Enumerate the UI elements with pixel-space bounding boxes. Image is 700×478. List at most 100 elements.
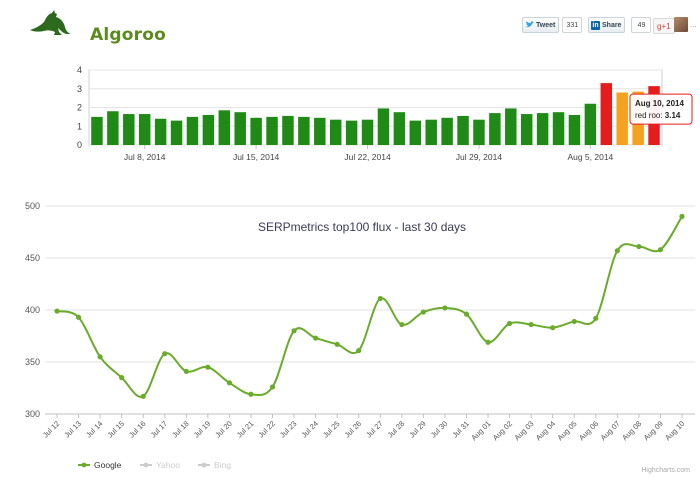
- line-x-tick-label: Jul 13: [62, 419, 83, 440]
- line-y-tick-label: 500: [25, 201, 40, 211]
- line-y-tick-label: 350: [25, 357, 40, 367]
- bar: [489, 113, 501, 145]
- google-data-point: [657, 247, 664, 253]
- line-x-tick-label: Aug 07: [599, 419, 622, 442]
- google-data-point: [119, 375, 125, 381]
- google-data-point: [54, 308, 60, 314]
- google-data-point: [593, 315, 599, 321]
- line-x-tick-label: Jul 22: [256, 419, 277, 440]
- bar-x-tick-label: Aug 5, 2014: [567, 152, 613, 162]
- legend-item-google: Google: [94, 460, 122, 470]
- line-x-tick-label: Aug 01: [469, 419, 492, 442]
- bar-y-tick-label: 4: [77, 65, 82, 75]
- bar-x-tick-label: Jul 29, 2014: [456, 152, 503, 162]
- google-data-point: [636, 243, 642, 250]
- google-data-point: [550, 325, 556, 331]
- linkedin-widget[interactable]: in Share 49: [588, 17, 652, 33]
- google-data-point: [313, 335, 319, 341]
- line-x-tick-label: Jul 25: [321, 419, 342, 440]
- google-data-point: [97, 354, 103, 360]
- algoroo-logo[interactable]: Algoroo: [26, 8, 166, 45]
- line-x-tick-label: Aug 08: [620, 419, 643, 442]
- tweet-label: Tweet: [536, 21, 556, 29]
- linkedin-share-label: Share: [602, 21, 622, 29]
- bar: [314, 117, 326, 145]
- google-data-point: [269, 384, 276, 390]
- line-x-tick-label: Aug 04: [534, 419, 557, 442]
- tooltip-value-line: red roo: 3.14: [635, 111, 681, 120]
- line-x-tick-label: Jul 19: [192, 419, 213, 440]
- tweet-widget[interactable]: Tweet 331: [522, 17, 583, 33]
- bar: [520, 114, 533, 145]
- bar-y-tick-label: 2: [77, 103, 82, 113]
- bar: [377, 108, 390, 145]
- line-x-tick-label: Jul 20: [213, 419, 234, 440]
- linkedin-share-button[interactable]: in Share: [588, 17, 626, 33]
- google-data-point: [463, 311, 470, 317]
- gplus-button[interactable]: g+1: [653, 18, 675, 34]
- brand-name: Algoroo: [90, 25, 166, 45]
- bar: [409, 120, 422, 145]
- google-data-point: [356, 347, 362, 354]
- bar: [425, 119, 437, 145]
- google-data-point: [248, 391, 254, 397]
- google-data-point: [226, 380, 233, 386]
- legend-swatch-marker: [81, 462, 87, 468]
- bar: [91, 116, 103, 145]
- line-x-tick-label: Jul 15: [106, 419, 127, 440]
- bar: [170, 120, 183, 145]
- twitter-bird-icon: [525, 21, 534, 28]
- line-y-tick-label: 400: [25, 305, 40, 315]
- line-x-tick-label: Jul 28: [386, 419, 407, 440]
- google-data-point: [399, 321, 405, 328]
- tweet-button[interactable]: Tweet: [522, 17, 560, 33]
- line-y-tick-label: 450: [25, 253, 40, 263]
- bar: [250, 117, 262, 145]
- line-y-tick-label: 300: [25, 409, 40, 419]
- bar: [329, 119, 342, 145]
- avatar[interactable]: [674, 17, 688, 32]
- bar: [552, 112, 565, 145]
- bar: [202, 115, 215, 145]
- bar-y-tick-label: 0: [77, 140, 82, 150]
- bar-x-tick-label: Jul 22, 2014: [344, 152, 391, 162]
- google-data-point: [334, 341, 340, 347]
- serpmetrics-flux-line-chart: 300 350 400 450 500 SERPmetrics top100 flux -…: [25, 201, 695, 474]
- google-data-point: [679, 213, 685, 219]
- bar-y-tick-label: 3: [77, 84, 82, 94]
- bar: [568, 115, 581, 145]
- highcharts-watermark: Highcharts.com: [641, 467, 690, 474]
- google-data-point: [528, 321, 534, 328]
- line-x-tick-label: Aug 10: [663, 419, 686, 442]
- line-x-tick-label: Aug 06: [577, 419, 600, 442]
- google-data-point: [140, 393, 146, 399]
- bar-x-tick-label: Jul 8, 2014: [124, 152, 166, 162]
- bar: [473, 119, 485, 145]
- tweet-count: 331: [562, 17, 583, 33]
- google-data-point: [75, 314, 82, 320]
- legend-item-yahoo: Yahoo: [156, 460, 180, 470]
- line-x-tick-label: Jul 21: [235, 419, 256, 440]
- google-data-point: [614, 248, 620, 254]
- line-x-tick-label: Aug 03: [512, 419, 535, 442]
- chart-title: SERPmetrics top100 flux - last 30 days: [258, 220, 466, 234]
- google-data-point: [485, 339, 491, 345]
- line-x-tick-label: Jul 29: [407, 419, 428, 440]
- legend-swatch-marker: [143, 462, 149, 468]
- line-x-tick-label: Jul 17: [149, 419, 170, 440]
- linkedin-icon: in: [591, 20, 600, 30]
- bar: [457, 115, 469, 145]
- google-data-point: [571, 318, 577, 325]
- bar: [186, 116, 199, 145]
- tooltip-series-label: red roo:: [635, 111, 665, 120]
- bar: [218, 110, 231, 145]
- bar: [154, 118, 167, 145]
- google-data-point: [377, 295, 383, 302]
- bar: [107, 111, 119, 145]
- line-x-tick-label: Jul 16: [127, 419, 148, 440]
- bar: [138, 114, 151, 145]
- google-data-point: [162, 351, 168, 357]
- google-data-point: [420, 309, 426, 315]
- legend-swatch-marker: [201, 462, 207, 468]
- bar-x-tick-label: Jul 15, 2014: [233, 152, 280, 162]
